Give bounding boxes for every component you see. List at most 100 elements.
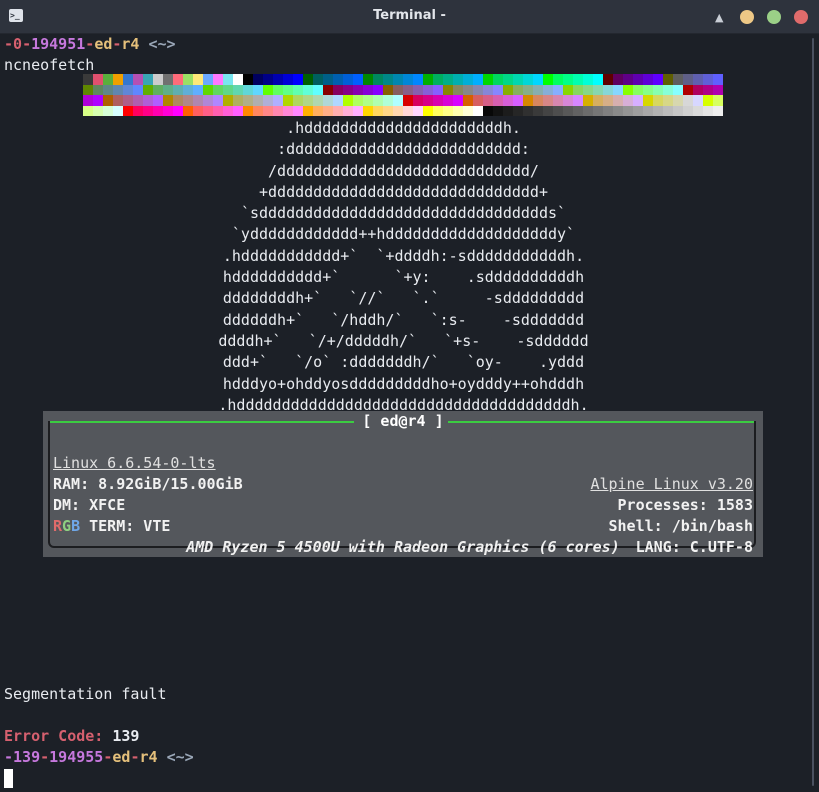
palette-swatch (453, 95, 463, 106)
palette-swatch (303, 105, 313, 116)
palette-swatch (483, 84, 493, 95)
palette-swatch (183, 105, 193, 116)
palette-swatch (653, 74, 663, 85)
palette-swatch (663, 74, 673, 85)
ascii-logo-line: `sdddddddddddddddddddddddddddddddds` (240, 204, 567, 223)
palette-swatch (513, 84, 523, 95)
palette-swatch (153, 105, 163, 116)
palette-swatch (573, 74, 583, 85)
prompt-dir: <~> (166, 748, 194, 766)
system-info-box: [ ed@r4 ] Linux 6.6.54-0-lts Alpine Linu… (43, 411, 763, 557)
palette-swatch (383, 95, 393, 106)
text-cursor (4, 769, 13, 788)
palette-swatch (713, 95, 723, 106)
palette-swatch (533, 84, 543, 95)
palette-swatch (173, 95, 183, 106)
minimize-button[interactable] (740, 10, 754, 24)
palette-swatch (93, 74, 103, 85)
palette-swatch (713, 74, 723, 85)
palette-swatch (553, 95, 563, 106)
palette-swatch (263, 84, 273, 95)
prompt-dir: <~> (148, 35, 176, 53)
palette-swatch (473, 74, 483, 85)
palette-swatch (273, 74, 283, 85)
maximize-button[interactable] (767, 10, 781, 24)
palette-swatch (513, 95, 523, 106)
prompt-separator: - (40, 748, 50, 766)
palette-swatch (393, 74, 403, 85)
palette-swatch (223, 105, 233, 116)
palette-swatch (693, 74, 703, 85)
palette-swatch (313, 105, 323, 116)
palette-swatch (573, 105, 583, 116)
palette-swatch (363, 105, 373, 116)
palette-swatch (553, 105, 563, 116)
palette-swatch (293, 84, 303, 95)
palette-swatch (333, 74, 343, 85)
palette-swatch (163, 84, 173, 95)
title-bar[interactable]: >_ Terminal - ▲ (0, 0, 819, 34)
palette-swatch (213, 95, 223, 106)
palette-swatch (283, 84, 293, 95)
palette-swatch (83, 74, 93, 85)
palette-swatch (633, 95, 643, 106)
palette-swatch (383, 74, 393, 85)
palette-swatch (133, 74, 143, 85)
palette-swatch (193, 84, 203, 95)
palette-swatch (103, 95, 113, 106)
palette-swatch (283, 74, 293, 85)
palette-swatch (453, 84, 463, 95)
palette-swatch (333, 84, 343, 95)
palette-swatch (673, 84, 683, 95)
palette-swatch (343, 105, 353, 116)
palette-swatch (173, 74, 183, 85)
palette-swatch (263, 105, 273, 116)
palette-swatch (403, 105, 413, 116)
palette-swatch (563, 84, 573, 95)
palette-swatch (223, 74, 233, 85)
palette-swatch (443, 95, 453, 106)
ascii-logo-line: hdddyo+ohddyosdddddddddho+oydddy++ohdddh (222, 374, 585, 393)
palette-swatch (323, 84, 333, 95)
palette-swatch (453, 105, 463, 116)
scrollbar[interactable] (807, 34, 819, 792)
palette-swatch (573, 95, 583, 106)
palette-swatch (303, 84, 313, 95)
palette-swatch (683, 84, 693, 95)
palette-swatch (293, 105, 303, 116)
palette-swatch (273, 105, 283, 116)
prompt-line-2: -139-194955-ed-r4 <~> (4, 747, 194, 768)
palette-swatch (313, 74, 323, 85)
palette-swatch (313, 84, 323, 95)
palette-swatch (313, 95, 323, 106)
scrollbar-thumb[interactable] (812, 38, 814, 786)
palette-swatch (613, 74, 623, 85)
palette-swatch (623, 84, 633, 95)
palette-swatch (483, 95, 493, 106)
palette-swatch (393, 105, 403, 116)
palette-swatch (183, 95, 193, 106)
palette-swatch (143, 74, 153, 85)
palette-swatch (433, 74, 443, 85)
prompt-exit-code: -0 (4, 35, 23, 53)
palette-swatch (373, 105, 383, 116)
close-button[interactable] (794, 10, 808, 24)
palette-swatch (593, 74, 603, 85)
palette-swatch (643, 74, 653, 85)
palette-swatch (673, 95, 683, 106)
palette-swatch (503, 95, 513, 106)
palette-swatch (243, 105, 253, 116)
palette-swatch (183, 74, 193, 85)
keep-above-icon[interactable]: ▲ (715, 11, 723, 24)
palette-swatch (103, 74, 113, 85)
palette-swatch (423, 105, 433, 116)
palette-swatch (133, 84, 143, 95)
palette-swatch (163, 74, 173, 85)
palette-swatch (513, 74, 523, 85)
palette-swatch (703, 95, 713, 106)
palette-swatch (373, 74, 383, 85)
palette-swatch (603, 84, 613, 95)
palette-swatch (213, 74, 223, 85)
palette-swatch (373, 84, 383, 95)
ascii-logo-line: ddddddh+` `/hddh/` `:s- -sddddddd (222, 310, 585, 329)
